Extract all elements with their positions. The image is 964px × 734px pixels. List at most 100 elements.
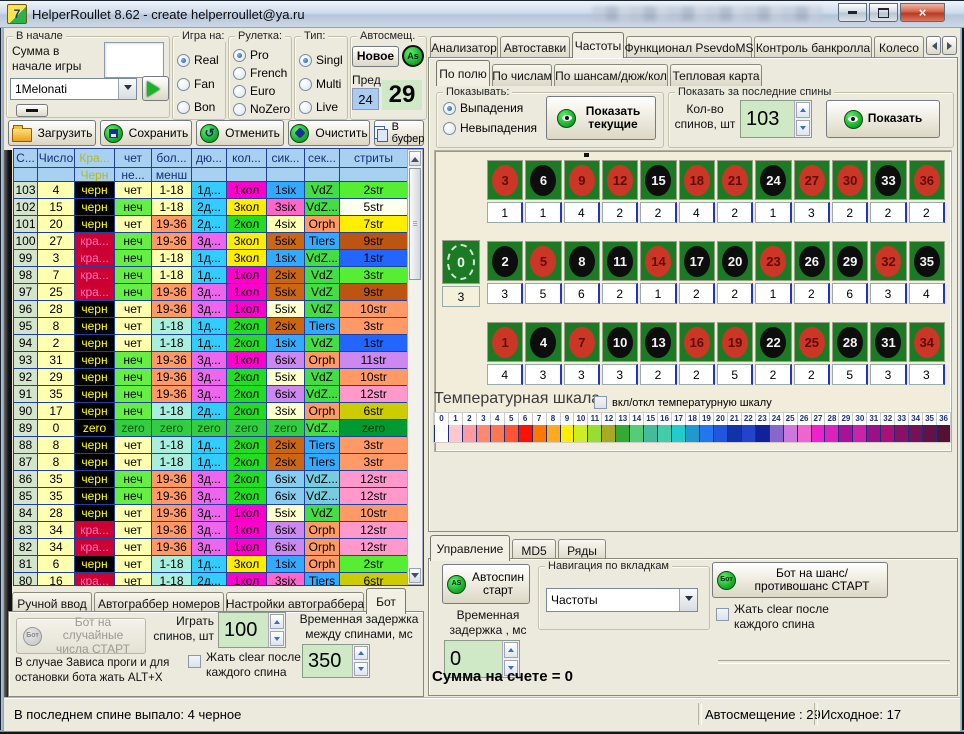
dash-button[interactable]: [16, 104, 48, 117]
scroll-up-button[interactable]: [409, 151, 421, 166]
radio-nozero[interactable]: NoZero: [233, 102, 290, 116]
sub-tab-4[interactable]: Тепловая карта: [670, 64, 762, 86]
chevron-down-icon: [124, 85, 132, 94]
bot-clear-checkbox[interactable]: [188, 655, 201, 668]
roulette-number-cell: 1: [487, 322, 523, 362]
temp-scale-number: 7: [532, 413, 546, 425]
temp-scale-color: [671, 425, 685, 442]
table-cell: 35: [38, 488, 75, 505]
temp-scale-numbers: 0123456789101112131415161718192021222324…: [434, 413, 950, 425]
radio-fan[interactable]: Fan: [177, 77, 215, 91]
sub-tab-2[interactable]: По числам: [492, 64, 552, 86]
tab-5[interactable]: Контроль банкролла: [754, 36, 872, 58]
new-button[interactable]: Новое: [352, 46, 399, 67]
bot-delay-spinner[interactable]: 350: [302, 644, 370, 678]
show-button[interactable]: Показать: [826, 100, 940, 138]
minimize-button[interactable]: [838, 3, 867, 22]
tab-3[interactable]: Частоты: [572, 32, 624, 58]
table-cell: 3six: [267, 403, 305, 420]
temp-scale-checkbox[interactable]: [594, 396, 607, 409]
show-current-button[interactable]: Показать текущие: [546, 96, 656, 140]
spin-down-button[interactable]: [354, 662, 368, 676]
control-clear-checkbox[interactable]: [716, 608, 729, 621]
close-button[interactable]: ×: [900, 3, 945, 22]
table-cell: 6six: [267, 522, 305, 539]
input-tab-4[interactable]: Бот: [366, 588, 406, 614]
radio-real[interactable]: Real: [177, 53, 219, 67]
temp-scale-number: 9: [560, 413, 574, 425]
maximize-icon: [878, 8, 889, 18]
radio-pro[interactable]: Pro: [233, 48, 269, 62]
roulette-count-cell: 3: [487, 283, 523, 304]
bot-random-button[interactable]: Бот Бот на случайные числа СТАРТ: [16, 618, 146, 654]
minimize-icon: [848, 11, 857, 14]
radio-hits[interactable]: Выпадения: [443, 101, 523, 115]
autospin-button[interactable]: AS Автоспин старт: [442, 564, 530, 604]
radio-singl[interactable]: Singl: [299, 53, 343, 67]
spin-up-button[interactable]: [354, 646, 368, 660]
roulette-number-cell: 14: [640, 241, 676, 281]
table-header-cell: Число: [38, 149, 75, 168]
nav-dropdown-button[interactable]: [679, 589, 697, 611]
tab-2[interactable]: Автоставки: [500, 36, 570, 58]
load-button[interactable]: Загрузить: [8, 120, 96, 146]
as-icon-button[interactable]: As: [402, 45, 424, 67]
tabs-scroll-left-button[interactable]: [926, 36, 941, 55]
roulette-number: 16: [684, 327, 710, 358]
temp-scale-color: [866, 425, 880, 442]
nav-combobox[interactable]: Частоты: [546, 588, 698, 612]
balance-text: Сумма на счете = 0: [432, 668, 573, 685]
play-spins-spinner[interactable]: 100: [218, 612, 286, 648]
radio-misses[interactable]: Невыпадения: [443, 121, 537, 135]
table-scrollbar[interactable]: [407, 149, 423, 585]
sub-tab-1[interactable]: По полю: [436, 60, 490, 86]
scroll-down-button[interactable]: [409, 568, 421, 583]
spin-down-button[interactable]: [796, 120, 810, 136]
arrow-down-icon: [411, 573, 419, 582]
table-cell: неч: [115, 233, 152, 250]
roulette-number: 12: [607, 165, 633, 196]
tab-4[interactable]: Функционал PsevdoMS: [626, 36, 752, 58]
roulette-number-cell: 3: [487, 160, 523, 200]
table-cell: 19-36: [152, 539, 192, 556]
control-tab-1[interactable]: Управление: [430, 535, 510, 561]
tabs-scroll-right-button[interactable]: [942, 36, 957, 55]
tab-1[interactable]: Анализатор: [430, 36, 498, 58]
table-cell: 100: [14, 233, 38, 250]
spin-up-button[interactable]: [796, 102, 810, 118]
roulette-count-cell: 2: [602, 202, 638, 223]
start-sum-input[interactable]: [104, 42, 164, 78]
table-cell: 2кол: [227, 471, 267, 488]
maximize-button[interactable]: [869, 3, 898, 22]
roulette-grid: 3691215182124273033361142242132222581114…: [487, 160, 945, 403]
tab-6[interactable]: Колесо: [874, 36, 924, 58]
radio-live[interactable]: Live: [299, 100, 338, 114]
temp-scale-color: [629, 425, 643, 442]
table-cell: Orph: [305, 403, 340, 420]
roulette-count-cell: 2: [602, 283, 638, 304]
table-cell: 19-36: [152, 216, 192, 233]
temp-scale-number: 23: [755, 413, 769, 425]
spin-count-spinner[interactable]: 103: [740, 100, 812, 138]
chance-bot-button[interactable]: Бот Бот на шанс/противошанс СТАРТ: [712, 562, 888, 598]
preset-combobox[interactable]: 1Melonati: [10, 78, 137, 100]
undo-button[interactable]: ↺Отменить: [196, 120, 284, 146]
radio-french[interactable]: French: [233, 66, 287, 80]
radio-bon[interactable]: Bon: [177, 100, 215, 114]
radio-euro[interactable]: Euro: [233, 84, 275, 98]
scroll-thumb[interactable]: [409, 168, 421, 280]
save-button[interactable]: Сохранить: [100, 120, 192, 146]
start-play-button[interactable]: [142, 76, 169, 101]
copy-buffer-button[interactable]: В буфер: [374, 120, 424, 146]
sub-tab-3[interactable]: По шансам/дюж/кол: [554, 64, 668, 86]
spin-up-button[interactable]: [504, 642, 518, 658]
spin-up-button[interactable]: [270, 614, 284, 629]
spin-down-button[interactable]: [270, 631, 284, 646]
roulette-number-cell: 11: [602, 241, 638, 281]
table-cell: VdZ: [305, 335, 340, 352]
app-window: 7 HelperRoullet 8.62 - create helperroul…: [0, 0, 964, 734]
table-cell: 2six: [267, 318, 305, 335]
radio-multi[interactable]: Multi: [299, 77, 341, 91]
preset-dropdown-button[interactable]: [118, 79, 136, 99]
clear-button[interactable]: Очистить: [288, 120, 370, 146]
